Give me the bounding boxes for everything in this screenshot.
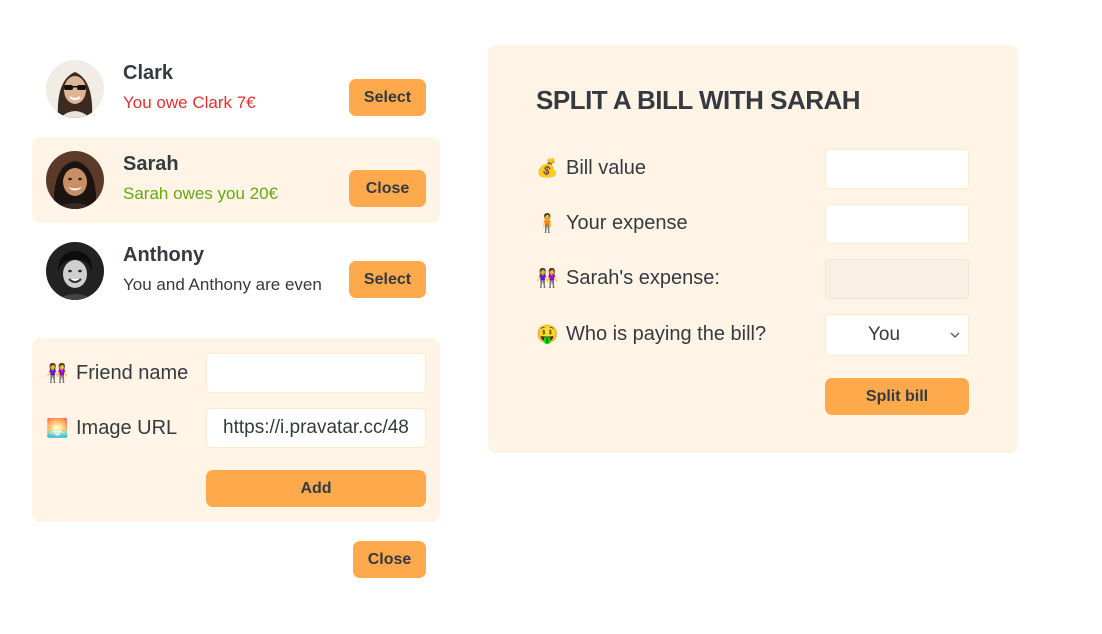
person-icon: 🧍 [536,213,559,233]
money-mouth-face-icon: 🤑 [536,324,559,344]
select-friend-button[interactable]: Select [349,79,426,116]
close-friend-button[interactable]: Close [349,170,426,207]
chevron-down-icon [950,332,960,338]
bill-value-input[interactable] [825,149,969,189]
avatar [46,151,104,209]
friend-name-input[interactable] [206,353,426,393]
bill-value-label: Bill value [566,157,647,179]
image-url-label-row: 🌅 Image URL [46,417,177,440]
people-icon: 👭 [536,268,559,288]
your-expense-label-row: 🧍 Your expense [536,212,688,235]
payer-label: Who is paying the bill? [566,323,767,345]
select-friend-button[interactable]: Select [349,261,426,298]
split-bill-form: SPLIT A BILL WITH SARAH 💰 Bill value 🧍 Y… [488,45,1018,453]
people-icon: 👭 [46,363,69,383]
add-friend-form: 👭 Friend name 🌅 Image URL https://i.prav… [32,338,440,522]
friend-name: Clark [123,62,174,84]
friend-balance-status: Sarah owes you 20€ [123,184,278,203]
money-bag-icon: 💰 [536,158,559,178]
payer-select[interactable]: You [825,314,969,356]
friend-expense-label: Sarah's expense: [566,267,720,289]
friend-item-anthony: Anthony You and Anthony are even Select [32,228,440,314]
payer-selected-value: You [867,324,901,345]
friend-name-label-row: 👭 Friend name [46,362,188,385]
friend-item-sarah: Sarah Sarah owes you 20€ Close [32,137,440,223]
image-url-label: Image URL [76,417,178,439]
sunset-image-icon: 🌅 [46,418,69,438]
payer-label-row: 🤑 Who is paying the bill? [536,323,766,346]
friend-name-label: Friend name [76,362,189,384]
your-expense-input[interactable] [825,204,969,244]
friend-name: Sarah [123,153,179,175]
close-add-form-button[interactable]: Close [353,541,426,578]
friend-item-clark: Clark You owe Clark 7€ Select [32,46,440,132]
split-bill-title: SPLIT A BILL WITH SARAH [536,85,861,115]
image-url-input[interactable]: https://i.pravatar.cc/48 [206,408,426,448]
add-friend-button[interactable]: Add [206,470,426,507]
your-expense-label: Your expense [566,212,688,234]
friend-expense-input-disabled [825,259,969,299]
friend-balance-status: You owe Clark 7€ [123,93,256,112]
friend-balance-status: You and Anthony are even [123,275,322,294]
friend-name: Anthony [123,244,205,266]
friend-expense-label-row: 👭 Sarah's expense: [536,267,720,290]
avatar [46,242,104,300]
bill-value-label-row: 💰 Bill value [536,157,646,180]
split-bill-button[interactable]: Split bill [825,378,969,415]
avatar [46,60,104,118]
